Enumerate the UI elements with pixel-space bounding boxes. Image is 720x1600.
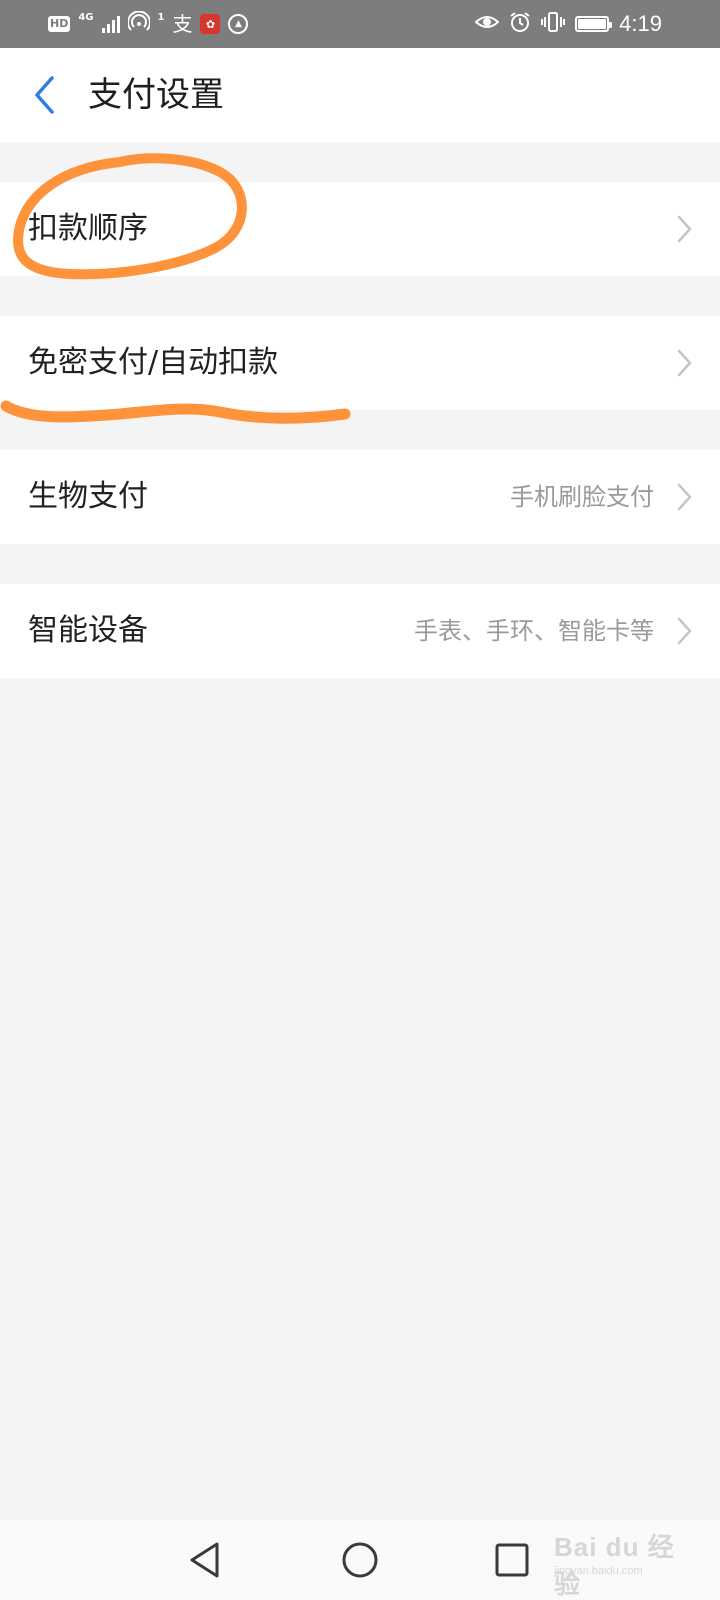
recents-square-icon[interactable]: [490, 1538, 534, 1582]
home-circle-icon[interactable]: [338, 1538, 382, 1582]
setting-row-biometric-pay[interactable]: 生物支付 手机刷脸支付: [0, 450, 720, 544]
page-title: 支付设置: [88, 75, 224, 115]
alipay-icon: 支: [172, 12, 193, 36]
alarm-icon: [509, 11, 531, 37]
back-triangle-icon[interactable]: [184, 1538, 228, 1582]
chevron-right-icon: [677, 215, 692, 243]
setting-row-smart-devices[interactable]: 智能设备 手表、手环、智能卡等: [0, 584, 720, 678]
hd-icon: HD: [48, 16, 71, 32]
baidu-watermark: Bai du 经验 jingyan.baidu.com: [548, 1517, 698, 1599]
status-time: 4:19: [619, 11, 662, 36]
watermark-text: Bai du 经验: [554, 1532, 675, 1599]
hotspot-icon: [126, 10, 151, 37]
setting-label: 扣款顺序: [28, 211, 148, 246]
setting-row-password-free[interactable]: 免密支付/自动扣款: [0, 316, 720, 410]
chevron-right-icon: [677, 617, 692, 645]
chevron-right-icon: [677, 483, 692, 511]
setting-value: 手机刷脸支付: [510, 483, 654, 511]
hotspot-count: 1: [157, 12, 165, 23]
network-type: 4G: [78, 12, 94, 23]
watermark-url: jingyan.baidu.com: [554, 1565, 643, 1577]
chevron-right-icon: [677, 349, 692, 377]
setting-row-deduction-order[interactable]: 扣款顺序: [0, 182, 720, 276]
status-bar-left: HD 4G 1 支 ✿ ▲: [48, 10, 249, 38]
app-header: 支付设置: [0, 48, 720, 142]
status-bar-right: 4:19: [474, 10, 662, 38]
setting-value: 手表、手环、智能卡等: [414, 617, 654, 645]
chevron-left-icon: [35, 76, 54, 114]
signal-icon: [101, 15, 120, 33]
back-button[interactable]: [26, 74, 66, 116]
eye-icon: [474, 12, 500, 36]
status-bar: HD 4G 1 支 ✿ ▲ 4:19: [0, 0, 720, 48]
setting-label: 生物支付: [28, 479, 148, 514]
vpn-icon: ▲: [228, 14, 249, 34]
battery-icon: [575, 16, 613, 32]
setting-label: 免密支付/自动扣款: [28, 345, 279, 380]
vibrate-icon: [541, 11, 566, 37]
setting-label: 智能设备: [28, 613, 148, 648]
app-icon: ✿: [200, 14, 221, 34]
